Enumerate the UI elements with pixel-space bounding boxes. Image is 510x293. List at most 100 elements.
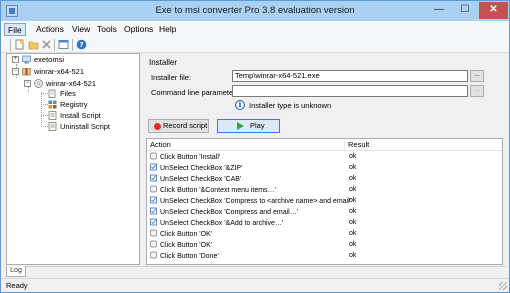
tree-item-label: exetomsi	[34, 55, 65, 64]
record-icon	[154, 123, 161, 130]
checkbox-action-icon	[150, 163, 157, 171]
action-text: UnSelect CheckBox 'Compress to <archive …	[160, 198, 351, 205]
table-row[interactable]: Click Button 'OK' ok	[147, 240, 502, 250]
result-cell: ok	[349, 164, 357, 171]
checkbox-action-icon	[150, 207, 157, 215]
action-cell: Click Button 'Done'	[150, 251, 219, 262]
installer-heading: Installer	[149, 58, 178, 67]
tree-connector	[41, 92, 42, 127]
tree-item-label: Files	[60, 89, 76, 98]
action-cell: UnSelect CheckBox 'Compress to <archive …	[150, 196, 351, 207]
expand-toggle[interactable]: +	[12, 56, 19, 63]
svg-text:?: ?	[79, 41, 83, 49]
result-cell: ok	[349, 197, 357, 204]
toolbar: ?	[1, 37, 509, 53]
tree-item-label: winrar-x64-521	[46, 79, 97, 88]
button-action-icon	[150, 251, 157, 259]
column-header-result[interactable]: Result	[345, 140, 502, 151]
command-line-input[interactable]	[232, 85, 468, 97]
tree-item-winrar-root[interactable]: winrar-x64-521	[22, 66, 84, 77]
table-row[interactable]: UnSelect CheckBox 'Compress and email…' o…	[147, 207, 502, 217]
status-bar: Ready	[1, 278, 509, 292]
menu-file[interactable]: File	[4, 23, 26, 36]
tree-connector	[41, 126, 48, 127]
tree-item-exetomsi[interactable]: exetomsi	[22, 54, 64, 65]
action-cell: UnSelect CheckBox 'CAB'	[150, 174, 241, 185]
play-button[interactable]: Play	[217, 119, 280, 133]
actions-table[interactable]: Action Result Click Button 'Install' ok Un…	[146, 138, 503, 265]
collapse-toggle[interactable]: −	[12, 68, 19, 75]
close-button[interactable]: ✕	[479, 2, 508, 19]
tree-item-label: winrar-x64-521	[34, 67, 85, 76]
info-icon: i	[235, 100, 245, 110]
result-cell: ok	[349, 230, 357, 237]
menu-view[interactable]: View	[69, 23, 93, 36]
tree-item-files[interactable]: Files	[48, 88, 76, 99]
checkbox-action-icon	[150, 174, 157, 182]
properties-icon[interactable]	[58, 39, 69, 50]
table-row[interactable]: Click Button '&Context menu items…' ok	[147, 185, 502, 195]
open-icon[interactable]	[28, 39, 39, 50]
play-icon	[237, 122, 244, 130]
action-text: Click Button 'OK'	[160, 231, 213, 238]
installer-file-label: Installer file:	[151, 73, 192, 82]
tree-item-install-script[interactable]: Install Script	[48, 110, 101, 121]
tree-item-registry[interactable]: Registry	[48, 99, 88, 110]
table-row[interactable]: UnSelect CheckBox 'Compress to <archive …	[147, 196, 502, 206]
new-icon[interactable]	[14, 39, 25, 50]
record-script-label: Record script	[163, 121, 208, 130]
log-panel	[6, 266, 506, 277]
result-cell: ok	[349, 153, 357, 160]
record-script-button[interactable]: Record script	[148, 119, 209, 133]
action-text: Click Button '&Context menu items…'	[160, 187, 276, 194]
action-cell: Click Button 'OK'	[150, 240, 212, 251]
action-text: Click Button 'Done'	[160, 253, 219, 260]
action-cell: Click Button '&Context menu items…'	[150, 185, 276, 196]
computer-icon	[22, 55, 31, 64]
result-cell: ok	[349, 175, 357, 182]
table-row[interactable]: Click Button 'Done' ok	[147, 251, 502, 261]
menu-help[interactable]: Help	[156, 23, 179, 36]
checkbox-action-icon	[150, 218, 157, 226]
project-tree[interactable]: + exetomsi − winrar-x64-521 − winrar-x64…	[6, 53, 140, 265]
status-text: Ready	[6, 281, 28, 290]
command-line-browse-button[interactable]: ...	[470, 85, 484, 97]
files-icon	[48, 89, 57, 98]
tree-item-uninstall-script[interactable]: Uninstall Script	[48, 121, 110, 132]
action-cell: Click Button 'Install'	[150, 152, 220, 163]
tree-item-label: Registry	[60, 100, 88, 109]
action-cell: Click Button 'OK'	[150, 229, 212, 240]
action-cell: UnSelect CheckBox '&ZIP'	[150, 163, 242, 174]
menu-actions[interactable]: Actions	[33, 23, 67, 36]
installer-file-input[interactable]: Temp\winrar-x64-521.exe	[232, 70, 468, 82]
table-row[interactable]: UnSelect CheckBox 'CAB' ok	[147, 174, 502, 184]
log-tab[interactable]: Log	[6, 266, 26, 277]
action-text: UnSelect CheckBox 'Compress and email…'	[160, 209, 299, 216]
column-header-action[interactable]: Action	[147, 140, 345, 151]
collapse-toggle[interactable]: −	[24, 80, 31, 87]
action-cell: UnSelect CheckBox '&Add to archive…'	[150, 218, 283, 229]
action-text: UnSelect CheckBox '&Add to archive…'	[160, 220, 284, 227]
menu-options[interactable]: Options	[121, 23, 156, 36]
delete-icon[interactable]	[41, 39, 52, 50]
tree-item-label: Uninstall Script	[60, 122, 111, 131]
resize-grip[interactable]	[499, 282, 507, 290]
maximize-button[interactable]: ☐	[453, 2, 477, 19]
button-action-icon	[150, 152, 157, 160]
title-bar[interactable]: Exe to msi converter Pro 3.8 evaluation …	[1, 1, 509, 21]
installer-file-browse-button[interactable]: ...	[470, 70, 484, 82]
table-row[interactable]: Click Button 'OK' ok	[147, 229, 502, 239]
play-label: Play	[250, 121, 265, 130]
minimize-button[interactable]: —	[427, 2, 451, 19]
command-line-label: Command line parameters:	[151, 88, 242, 97]
tree-connector	[41, 93, 48, 94]
result-cell: ok	[349, 219, 357, 226]
tree-item-label: Install Script	[60, 111, 101, 120]
menu-bar: File Actions View Tools Options Help	[1, 21, 509, 37]
help-icon[interactable]: ?	[76, 39, 87, 50]
result-cell: ok	[349, 252, 357, 259]
table-row[interactable]: Click Button 'Install' ok	[147, 152, 502, 162]
menu-tools[interactable]: Tools	[94, 23, 120, 36]
table-row[interactable]: UnSelect CheckBox '&Add to archive…' ok	[147, 218, 502, 228]
table-row[interactable]: UnSelect CheckBox '&ZIP' ok	[147, 163, 502, 173]
